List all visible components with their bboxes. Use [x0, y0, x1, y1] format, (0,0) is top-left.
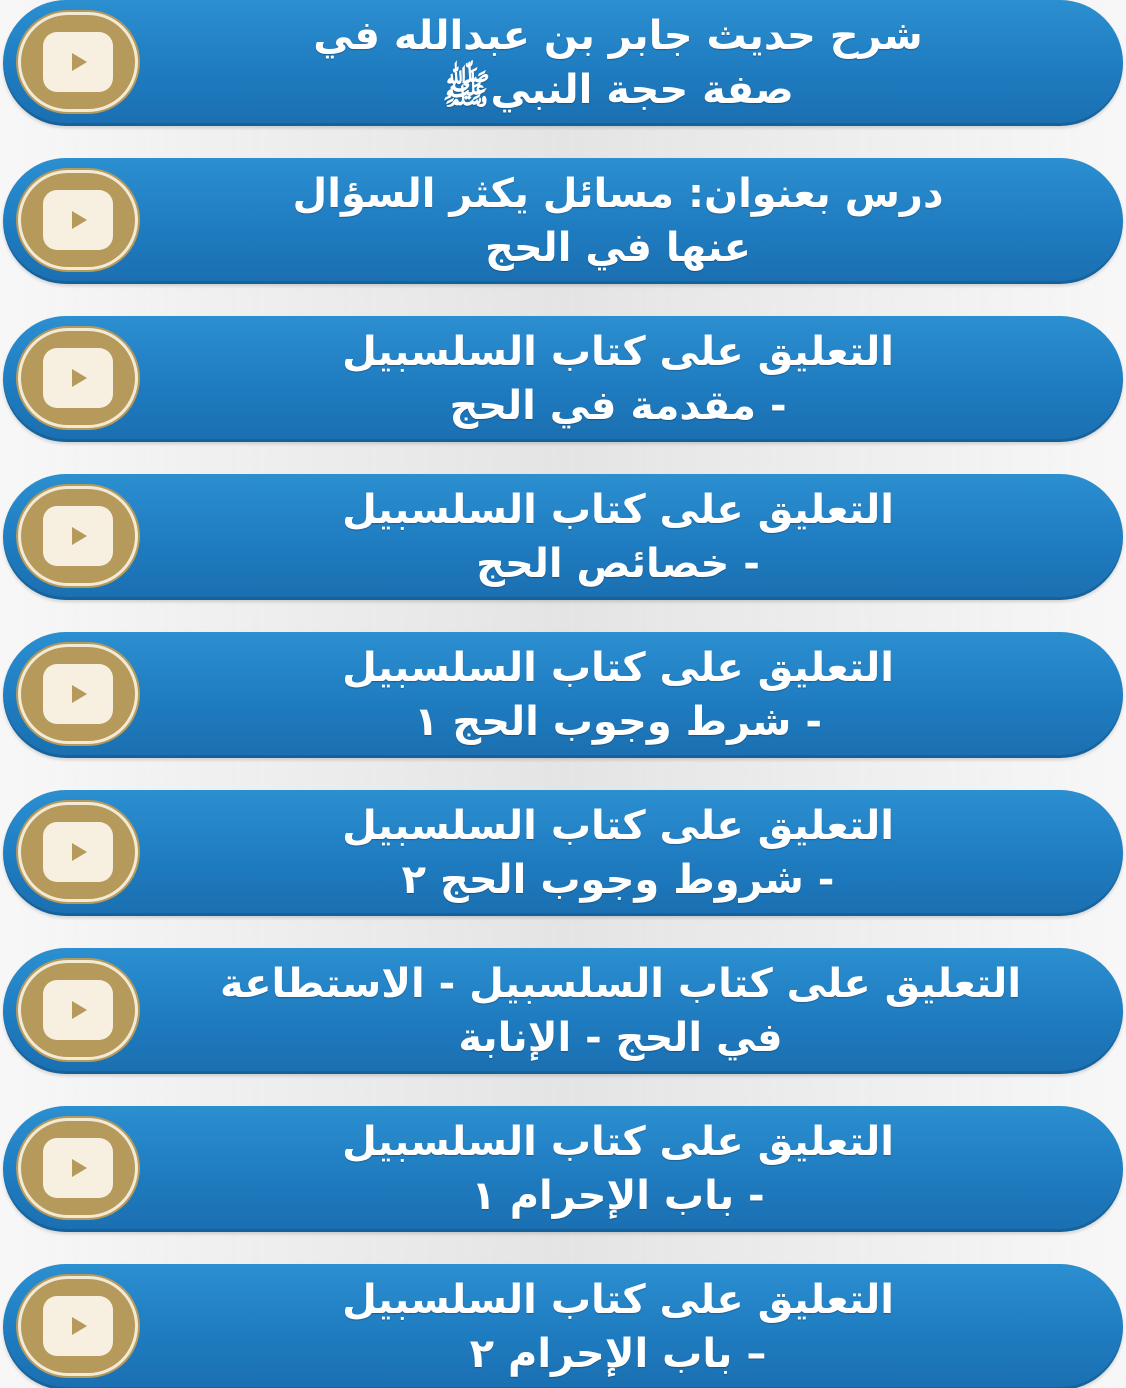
lesson-list: شرح حديث جابر بن عبدالله في صفة حجة النب…: [0, 0, 1126, 1388]
lesson-item-9[interactable]: التعليق على كتاب السلسبيل – باب الإحرام …: [3, 1264, 1123, 1388]
play-button[interactable]: [18, 802, 138, 902]
play-button[interactable]: [18, 170, 138, 270]
play-icon: [43, 190, 113, 250]
lesson-title-line1: التعليق على كتاب السلسبيل - الاستطاعة: [219, 961, 1022, 1007]
lesson-title-line1: التعليق على كتاب السلسبيل: [342, 329, 894, 375]
lesson-title-line1: التعليق على كتاب السلسبيل: [342, 645, 894, 691]
play-icon: [43, 348, 113, 408]
lesson-item-1[interactable]: شرح حديث جابر بن عبدالله في صفة حجة النب…: [3, 0, 1123, 126]
lesson-title-line2: صفة حجة النبيﷺ: [442, 67, 794, 113]
lesson-title-line1: التعليق على كتاب السلسبيل: [342, 487, 894, 533]
lesson-title: التعليق على كتاب السلسبيل - باب الإحرام …: [153, 1106, 1083, 1232]
play-icon: [43, 980, 113, 1040]
lesson-item-7[interactable]: التعليق على كتاب السلسبيل - الاستطاعة في…: [3, 948, 1123, 1074]
lesson-title: التعليق على كتاب السلسبيل - شرط وجوب الح…: [153, 632, 1083, 758]
lesson-title: التعليق على كتاب السلسبيل – باب الإحرام …: [153, 1264, 1083, 1388]
play-button[interactable]: [18, 1118, 138, 1218]
lesson-title-line2: - شروط وجوب الحج ٢: [401, 857, 835, 903]
lesson-item-6[interactable]: التعليق على كتاب السلسبيل - شروط وجوب ال…: [3, 790, 1123, 916]
lesson-title-line2: – باب الإحرام ٢: [469, 1331, 767, 1377]
lesson-title-line2: - مقدمة في الحج: [449, 383, 787, 429]
play-icon: [43, 32, 113, 92]
play-button[interactable]: [18, 12, 138, 112]
lesson-title-line2: - باب الإحرام ١: [471, 1173, 765, 1219]
play-button[interactable]: [18, 1276, 138, 1376]
play-icon: [43, 822, 113, 882]
play-icon: [43, 1296, 113, 1356]
lesson-item-2[interactable]: درس بعنوان: مسائل يكثر السؤال عنها في ال…: [3, 158, 1123, 284]
play-button[interactable]: [18, 328, 138, 428]
lesson-title: التعليق على كتاب السلسبيل - خصائص الحج: [153, 474, 1083, 600]
lesson-title: درس بعنوان: مسائل يكثر السؤال عنها في ال…: [153, 158, 1083, 284]
lesson-title: التعليق على كتاب السلسبيل - مقدمة في الح…: [153, 316, 1083, 442]
lesson-title-line1: التعليق على كتاب السلسبيل: [342, 1119, 894, 1165]
lesson-title-line2: في الحج - الإنابة: [458, 1015, 783, 1061]
lesson-title: شرح حديث جابر بن عبدالله في صفة حجة النب…: [153, 0, 1083, 126]
lesson-title-line2: - شرط وجوب الحج ١: [414, 699, 822, 745]
play-button[interactable]: [18, 644, 138, 744]
lesson-title-line1: التعليق على كتاب السلسبيل: [342, 803, 894, 849]
lesson-title: التعليق على كتاب السلسبيل - الاستطاعة في…: [143, 948, 1098, 1074]
lesson-item-3[interactable]: التعليق على كتاب السلسبيل - مقدمة في الح…: [3, 316, 1123, 442]
lesson-title-line1: التعليق على كتاب السلسبيل: [342, 1277, 894, 1323]
lesson-title-line2: - خصائص الحج: [476, 541, 760, 587]
play-button[interactable]: [18, 960, 138, 1060]
lesson-title-line2: عنها في الحج: [485, 225, 751, 271]
lesson-item-4[interactable]: التعليق على كتاب السلسبيل - خصائص الحج: [3, 474, 1123, 600]
lesson-title: التعليق على كتاب السلسبيل - شروط وجوب ال…: [153, 790, 1083, 916]
play-icon: [43, 1138, 113, 1198]
lesson-title-line1: درس بعنوان: مسائل يكثر السؤال: [292, 171, 944, 217]
play-icon: [43, 664, 113, 724]
play-button[interactable]: [18, 486, 138, 586]
play-icon: [43, 506, 113, 566]
lesson-item-5[interactable]: التعليق على كتاب السلسبيل - شرط وجوب الح…: [3, 632, 1123, 758]
lesson-title-line1: شرح حديث جابر بن عبدالله في: [313, 13, 923, 59]
lesson-item-8[interactable]: التعليق على كتاب السلسبيل - باب الإحرام …: [3, 1106, 1123, 1232]
